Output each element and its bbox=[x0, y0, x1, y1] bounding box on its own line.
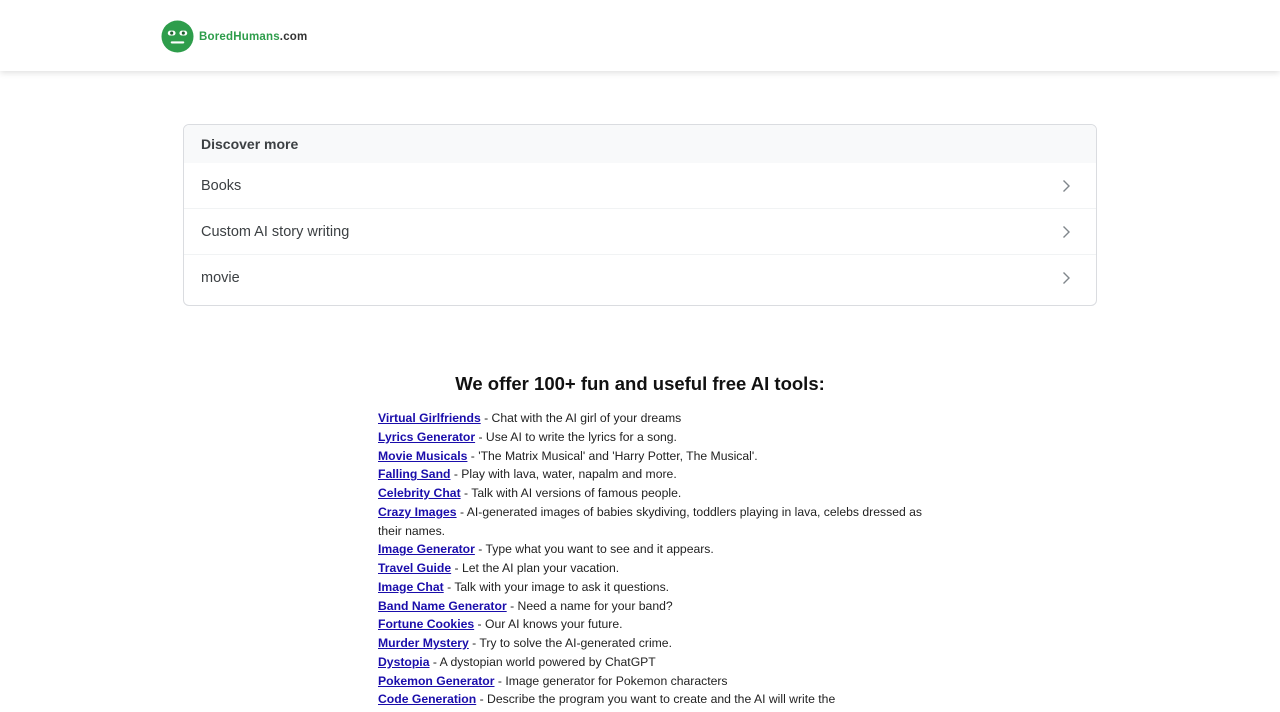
discover-item-label: Custom AI story writing bbox=[201, 223, 350, 240]
tool-link-celebrity-chat[interactable]: Celebrity Chat bbox=[378, 486, 461, 500]
tool-link-pokemon-generator[interactable]: Pokemon Generator bbox=[378, 674, 495, 688]
discover-item-books[interactable]: Books bbox=[184, 163, 1096, 209]
list-item: Movie Musicals - 'The Matrix Musical' an… bbox=[378, 447, 938, 466]
list-item: Fortune Cookies - Our AI knows your futu… bbox=[378, 615, 938, 634]
tool-description: - AI-generated images of babies skydivin… bbox=[378, 504, 923, 538]
discover-more-panel: Discover more Books Custom AI story writ… bbox=[183, 124, 1097, 306]
list-item: Band Name Generator - Need a name for yo… bbox=[378, 597, 938, 616]
tool-link-image-generator[interactable]: Image Generator bbox=[378, 542, 475, 556]
tool-description: - Talk with your image to ask it questio… bbox=[443, 579, 670, 594]
tool-description: - A dystopian world powered by ChatGPT bbox=[429, 654, 656, 669]
logo-suffix: .com bbox=[279, 30, 308, 43]
tool-description: - Our AI knows your future. bbox=[474, 617, 623, 632]
tool-description: - Try to solve the AI-generated crime. bbox=[468, 636, 672, 650]
tool-description: - Play with lava, water, napalm and more… bbox=[450, 467, 677, 482]
logo-brand: BoredHumans bbox=[199, 30, 280, 43]
discover-item-custom-ai-story-writing[interactable]: Custom AI story writing bbox=[184, 209, 1096, 255]
chevron-right-icon bbox=[1063, 225, 1070, 238]
chevron-right-icon bbox=[1063, 272, 1070, 284]
chevron-right-icon bbox=[1063, 179, 1070, 192]
smiley-face-icon bbox=[161, 20, 194, 53]
tool-description: - Chat with the AI girl of your dreams bbox=[480, 411, 682, 425]
tools-heading: We offer 100+ fun and useful free AI too… bbox=[455, 373, 825, 394]
discover-item-movie[interactable]: movie bbox=[184, 255, 1096, 301]
list-item: Pokemon Generator - Image generator for … bbox=[378, 672, 938, 691]
tool-description: - Type what you want to see and it appea… bbox=[474, 542, 714, 557]
tool-description: - Image generator for Pokemon characters bbox=[494, 673, 728, 688]
tool-description: - Need a name for your band? bbox=[506, 598, 673, 613]
list-item: Lyrics Generator - Use AI to write the l… bbox=[378, 428, 938, 447]
tool-link-dystopia[interactable]: Dystopia bbox=[378, 655, 429, 669]
tool-description: - Use AI to write the lyrics for a song. bbox=[475, 429, 677, 444]
tool-link-image-chat[interactable]: Image Chat bbox=[378, 580, 444, 594]
discover-more-title: Discover more bbox=[184, 125, 1096, 163]
tools-list: Virtual Girlfriends - Chat with the AI g… bbox=[378, 409, 938, 709]
tool-description: - Let the AI plan your vacation. bbox=[451, 561, 620, 575]
list-item: Travel Guide - Let the AI plan your vaca… bbox=[378, 559, 938, 578]
list-item: Murder Mystery - Try to solve the AI-gen… bbox=[378, 634, 938, 653]
tool-link-movie-musicals[interactable]: Movie Musicals bbox=[378, 449, 467, 463]
tool-description: - Describe the program you want to creat… bbox=[476, 692, 836, 707]
tool-link-falling-sand[interactable]: Falling Sand bbox=[378, 467, 450, 481]
tool-link-travel-guide[interactable]: Travel Guide bbox=[378, 561, 451, 575]
list-item: Dystopia - A dystopian world powered by … bbox=[378, 653, 938, 672]
tool-link-crazy-images[interactable]: Crazy Images bbox=[378, 505, 457, 519]
tool-link-fortune-cookies[interactable]: Fortune Cookies bbox=[378, 617, 474, 631]
site-header: BoredHumans.com bbox=[0, 0, 1280, 71]
list-item: Virtual Girlfriends - Chat with the AI g… bbox=[378, 409, 938, 428]
list-item: Falling Sand - Play with lava, water, na… bbox=[378, 465, 938, 484]
discover-item-label: movie bbox=[201, 270, 240, 286]
tool-link-lyrics-generator[interactable]: Lyrics Generator bbox=[378, 430, 475, 444]
list-item: Celebrity Chat - Talk with AI versions o… bbox=[378, 484, 938, 503]
discover-item-label: Books bbox=[201, 177, 242, 194]
site-logo[interactable]: BoredHumans.com bbox=[161, 20, 307, 53]
tool-link-code-generation[interactable]: Code Generation bbox=[378, 692, 476, 706]
tool-description: - 'The Matrix Musical' and 'Harry Potter… bbox=[467, 448, 758, 463]
list-item: Image Chat - Talk with your image to ask… bbox=[378, 578, 938, 597]
tool-link-murder-mystery[interactable]: Murder Mystery bbox=[378, 636, 469, 650]
tool-link-band-name-generator[interactable]: Band Name Generator bbox=[378, 599, 507, 613]
list-item: Code Generation - Describe the program y… bbox=[378, 690, 938, 709]
list-item: Crazy Images - AI-generated images of ba… bbox=[378, 503, 938, 541]
list-item: Image Generator - Type what you want to … bbox=[378, 540, 938, 559]
logo-text: BoredHumans.com bbox=[199, 31, 307, 43]
tool-description: - Talk with AI versions of famous people… bbox=[460, 486, 682, 500]
tool-link-virtual-girlfriends[interactable]: Virtual Girlfriends bbox=[378, 411, 481, 425]
